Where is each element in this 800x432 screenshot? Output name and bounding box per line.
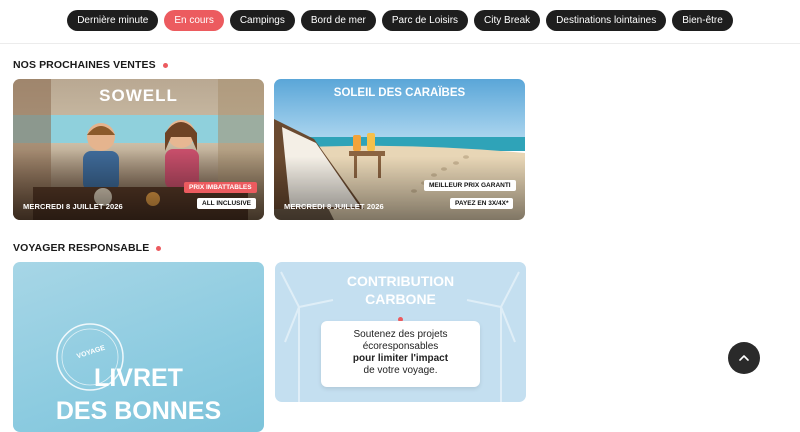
chip-bord-de-mer[interactable]: Bord de mer [300,10,376,31]
sale-card-soleil-des-caraibes[interactable]: SOLEIL DES CARAÏBES MEILLEUR PRIX GARANT… [274,79,525,220]
sale-card-date: MERCREDI 8 JUILLET 2026 [284,202,384,211]
carbon-card[interactable]: CONTRIBUTION CARBONE Soutenez des projet… [275,262,526,402]
carbon-text-line4: de votre voyage. [363,365,438,376]
booklet-title-line2: DES BONNES [55,397,222,425]
sale-card-brand: SOLEIL DES CARAÏBES [333,87,466,99]
sale-card-date: MERCREDI 8 JUILLET 2026 [23,202,123,211]
badge-meilleur-prix-garanti: MEILLEUR PRIX GARANTI [424,180,516,191]
section-title-text: VOYAGER RESPONSABLE [13,242,150,254]
accent-dot [156,245,162,251]
section-title-upcoming: NOS PROCHAINES VENTES [13,59,168,71]
sale-card-sowell[interactable]: SOWELL PRIX IMBATTABLES ALL INCLUSIVE ME… [13,79,264,220]
carbon-title-line1: CONTRIBUTION [346,273,455,289]
badge-all-inclusive: ALL INCLUSIVE [197,198,256,209]
chip-campings[interactable]: Campings [229,10,295,31]
carbon-text-line1: Soutenez des projets [353,329,448,340]
chip-bien-etre[interactable]: Bien-être [672,10,733,31]
chip-derniere-minute[interactable]: Dernière minute [67,10,159,31]
carbon-text-line3: pour limiter l'impact [352,353,449,364]
carbon-title: CONTRIBUTION CARBONE [275,272,526,308]
booklet-title-line1: LIVRET [94,364,183,392]
carbon-text-line2: écoresponsables [362,341,439,352]
sale-card-brand: SOWELL [99,86,178,105]
accent-dot [162,62,168,68]
section-title-text: NOS PROCHAINES VENTES [13,59,156,71]
badge-payez-en-plusieurs-fois: PAYEZ EN 3X/4X* [450,198,514,209]
divider [0,43,800,44]
chevron-up-icon [739,355,749,361]
section-title-responsible: VOYAGER RESPONSABLE [13,242,162,254]
booklet-card[interactable]: VOYAGE LIVRET DES BONNES [13,262,264,432]
chip-destinations-lointaines[interactable]: Destinations lointaines [546,10,667,31]
scroll-top-button[interactable] [728,342,760,374]
carbon-text-box: Soutenez des projets écoresponsables pou… [321,321,480,387]
badge-prix-imbattables: PRIX IMBATTABLES [184,182,257,193]
chip-parc-de-loisirs[interactable]: Parc de Loisirs [381,10,469,31]
category-nav: Dernière minute En cours Campings Bord d… [0,10,800,32]
chip-city-break[interactable]: City Break [474,10,541,31]
chip-en-cours[interactable]: En cours [164,10,224,31]
carbon-title-line2: CARBONE [365,291,436,307]
